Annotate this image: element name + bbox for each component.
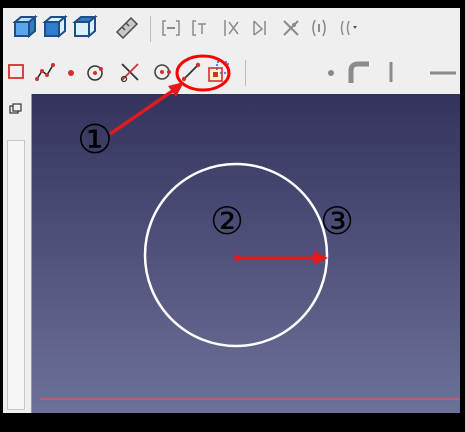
constraint-block-icon[interactable]	[307, 16, 331, 40]
view-iso-icon[interactable]	[11, 14, 39, 42]
combo-view-panel	[3, 94, 32, 413]
undock-icon[interactable]	[9, 100, 23, 114]
frame-border-top	[0, 0, 465, 8]
polyline-icon[interactable]	[33, 60, 57, 84]
line-icon[interactable]	[179, 60, 203, 84]
step-3-label: ③	[320, 199, 355, 243]
property-panel[interactable]	[7, 140, 25, 410]
vertical-line-icon[interactable]	[379, 58, 403, 86]
fillet-icon[interactable]	[344, 58, 372, 86]
step-1-label: ①	[77, 117, 113, 163]
view-top-icon[interactable]	[71, 14, 99, 42]
constraint-coincident-icon[interactable]	[159, 16, 183, 40]
frame-border-right	[460, 0, 465, 432]
toolbar-separator	[150, 16, 151, 42]
circle-center-point[interactable]	[234, 255, 240, 261]
sketch-circle[interactable]	[143, 162, 329, 348]
horizontal-line-icon[interactable]	[417, 60, 457, 84]
constraint-horizontal-distance-icon[interactable]	[249, 16, 273, 40]
measure-icon[interactable]	[113, 14, 141, 42]
sketch-toolbar	[3, 50, 460, 95]
view-front-icon[interactable]	[41, 14, 69, 42]
frame-border-bottom	[0, 413, 465, 432]
constraint-vertical-distance-icon[interactable]	[219, 16, 243, 40]
constraint-lock-icon[interactable]	[279, 16, 303, 40]
frame-border-left	[0, 0, 3, 432]
point-icon[interactable]	[59, 60, 83, 84]
circle-icon[interactable]	[149, 60, 175, 84]
toolbar-separator	[245, 60, 246, 86]
external-geometry-icon[interactable]	[205, 58, 233, 86]
view-toolbar	[3, 8, 460, 51]
arc-icon[interactable]	[83, 60, 107, 84]
constraint-point-on-object-icon[interactable]	[189, 16, 213, 40]
app-window: ① ② ③	[0, 0, 465, 432]
constraint-more-icon[interactable]	[336, 16, 362, 40]
step-2-label: ②	[210, 199, 245, 243]
rectangle-icon[interactable]	[5, 60, 29, 84]
point-tool-icon[interactable]	[319, 60, 343, 84]
trim-icon[interactable]	[117, 60, 145, 84]
